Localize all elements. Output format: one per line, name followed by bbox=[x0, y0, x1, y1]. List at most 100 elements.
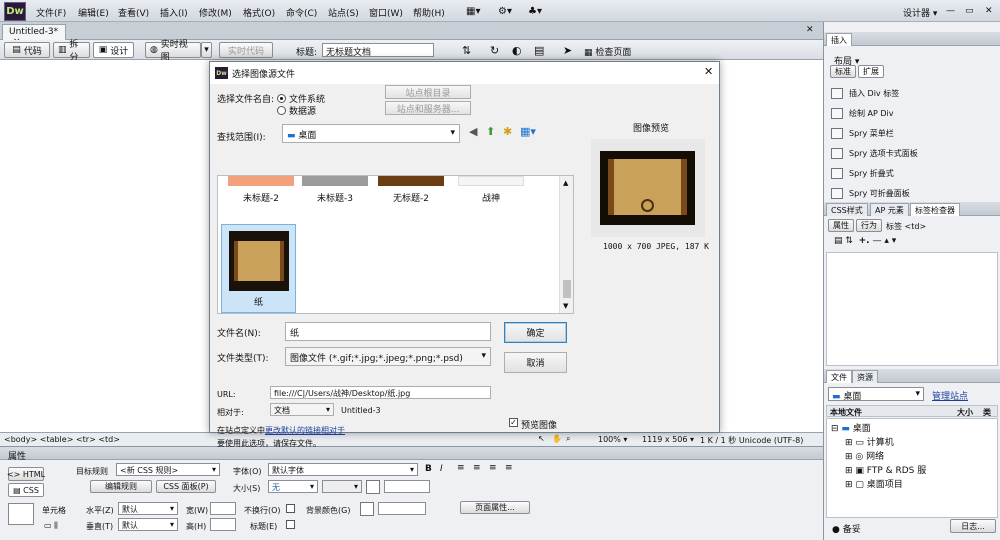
attributes-tab[interactable]: 属性 bbox=[828, 219, 854, 232]
spry-menubar-item[interactable]: Spry 菜单栏 bbox=[831, 128, 894, 139]
file-management-icon[interactable]: ⇅ bbox=[462, 44, 471, 57]
scroll-down-icon[interactable]: ▼ bbox=[563, 302, 568, 310]
datasource-radio[interactable]: 数据源 bbox=[277, 104, 316, 117]
maximize-icon[interactable]: ▭ bbox=[965, 6, 974, 16]
tab-files[interactable]: 文件 bbox=[826, 370, 852, 383]
nowrap-checkbox[interactable] bbox=[286, 504, 295, 513]
manage-sites-link[interactable]: 管理站点 bbox=[932, 389, 968, 402]
css-panel-button[interactable]: CSS 面板(P) bbox=[156, 480, 216, 493]
tab-insert[interactable]: 插入 bbox=[826, 33, 852, 46]
menu-edit[interactable]: 编辑(E) bbox=[78, 6, 109, 19]
menu-view[interactable]: 查看(V) bbox=[118, 6, 149, 19]
preview-browser-icon[interactable]: ◐ bbox=[512, 44, 522, 57]
new-folder-icon[interactable]: ✱ bbox=[503, 125, 512, 138]
justify-icon[interactable]: ≡ bbox=[505, 463, 513, 473]
file-item-zhanshen[interactable]: 战神 bbox=[458, 176, 524, 204]
code-view-button[interactable]: ▤ 代码 bbox=[4, 42, 50, 58]
visual-aids-icon[interactable]: ➤ bbox=[563, 44, 572, 57]
site-icon[interactable]: ♣▾ bbox=[528, 6, 542, 17]
css-mode-button[interactable]: ▤ CSS bbox=[8, 483, 44, 497]
doc-tab-untitled[interactable]: Untitled-3* × bbox=[2, 24, 66, 47]
file-item-untitled-2b[interactable]: 无标题-2 bbox=[378, 176, 444, 204]
bgcolor-swatch[interactable] bbox=[360, 502, 374, 516]
live-code-button[interactable]: 实时代码 bbox=[219, 42, 273, 58]
menu-file[interactable]: 文件(F) bbox=[36, 6, 66, 19]
check-page-button[interactable]: ▦ 检查页面 bbox=[584, 45, 631, 58]
dialog-close-icon[interactable]: ✕ bbox=[704, 65, 713, 78]
standard-mode-button[interactable]: 标准 bbox=[830, 65, 856, 78]
file-item-untitled-3[interactable]: 未标题-3 bbox=[302, 176, 368, 204]
files-tree[interactable]: ⊟ ▬ 桌面 ⊞ ▭ 计算机 ⊞ ◎ 网络 ⊞ ▣ FTP & RDS 服 ⊞ … bbox=[826, 418, 998, 518]
vert-select[interactable]: 默认 ▾ bbox=[118, 518, 178, 531]
italic-button[interactable]: I bbox=[440, 464, 443, 474]
tab-css-styles[interactable]: CSS样式 bbox=[826, 203, 868, 216]
spry-collapsible-item[interactable]: Spry 可折叠面板 bbox=[831, 188, 910, 199]
file-item-untitled-2[interactable]: 未标题-2 bbox=[228, 176, 294, 204]
spry-accordion-item[interactable]: Spry 折叠式 bbox=[831, 168, 894, 179]
size-select[interactable]: 无 ▾ bbox=[268, 480, 318, 493]
align-right-icon[interactable]: ≡ bbox=[489, 463, 497, 473]
tree-desktop[interactable]: ⊟ ▬ 桌面 bbox=[831, 421, 871, 434]
back-icon[interactable]: ◀ bbox=[469, 125, 477, 138]
insert-div-item[interactable]: 插入 Div 标签 bbox=[831, 88, 899, 99]
menu-modify[interactable]: 修改(M) bbox=[199, 6, 232, 19]
select-tool-icon[interactable]: ↖ bbox=[538, 434, 545, 443]
scroll-up-icon[interactable]: ▲ bbox=[563, 179, 568, 187]
hand-tool-icon[interactable]: ✋ bbox=[552, 434, 562, 443]
close-window-icon[interactable]: ✕ bbox=[985, 6, 993, 16]
edit-rule-button[interactable]: 编辑规则 bbox=[90, 480, 152, 493]
live-view-button[interactable]: ◍ 实时视图 bbox=[145, 40, 201, 63]
design-view-button[interactable]: ▣ 设计 bbox=[93, 42, 134, 58]
site-server-button[interactable]: 站点和服务器... bbox=[385, 101, 471, 115]
scroll-thumb[interactable] bbox=[563, 280, 571, 298]
view-menu-icon[interactable]: ▦▾ bbox=[520, 125, 536, 138]
align-left-icon[interactable]: ≡ bbox=[457, 463, 465, 473]
window-size[interactable]: 1119 x 506 ▾ bbox=[642, 435, 694, 444]
refresh-icon[interactable]: ↻ bbox=[490, 44, 499, 57]
behaviors-tab[interactable]: 行为 bbox=[856, 219, 882, 232]
layout-icon[interactable]: ▦▾ bbox=[466, 6, 480, 17]
minimize-icon[interactable]: — bbox=[946, 6, 955, 16]
tree-desktop-items[interactable]: ⊞ ▢ 桌面项目 bbox=[845, 477, 903, 490]
merge-split-icons[interactable]: ▭ ⫼ bbox=[44, 521, 58, 531]
tag-toolbar-icons[interactable]: ▤ ⇅ +. — ▴ ▾ bbox=[834, 236, 896, 246]
file-item-paper-selected[interactable]: 纸 bbox=[221, 224, 296, 313]
expanded-mode-button[interactable]: 扩展 bbox=[858, 65, 884, 78]
log-button[interactable]: 日志... bbox=[950, 519, 996, 533]
workspace-switcher[interactable]: 设计器 ▾ bbox=[903, 6, 937, 19]
look-in-select[interactable]: ▬ 桌面 ▾ bbox=[282, 124, 460, 143]
text-color-input[interactable] bbox=[384, 480, 430, 493]
relative-select[interactable]: 文档 ▾ bbox=[270, 403, 334, 416]
tree-network[interactable]: ⊞ ◎ 网络 bbox=[845, 449, 884, 462]
horz-select[interactable]: 默认 ▾ bbox=[118, 502, 178, 515]
live-view-dropdown[interactable]: ▾ bbox=[201, 42, 212, 58]
align-center-icon[interactable]: ≡ bbox=[473, 463, 481, 473]
text-color-swatch[interactable] bbox=[366, 480, 380, 494]
tree-ftp[interactable]: ⊞ ▣ FTP & RDS 服 bbox=[845, 463, 926, 476]
tab-tag-inspector[interactable]: 标签检查器 bbox=[910, 203, 960, 216]
tag-selector[interactable]: <body> <table> <tr> <td> bbox=[4, 435, 120, 444]
change-default-link[interactable]: 更改默认的链接相对于 bbox=[265, 426, 345, 435]
menu-insert[interactable]: 插入(I) bbox=[160, 6, 188, 19]
menu-commands[interactable]: 命令(C) bbox=[286, 6, 317, 19]
file-list[interactable]: 未标题-2 未标题-3 无标题-2 战神 纸 ▲ ▼ bbox=[217, 175, 574, 314]
menu-help[interactable]: 帮助(H) bbox=[413, 6, 445, 19]
file-list-scrollbar[interactable]: ▲ ▼ bbox=[559, 176, 573, 313]
menu-site[interactable]: 站点(S) bbox=[328, 6, 359, 19]
menu-window[interactable]: 窗口(W) bbox=[369, 6, 403, 19]
draw-ap-div-item[interactable]: 绘制 AP Div bbox=[831, 108, 894, 119]
menu-format[interactable]: 格式(O) bbox=[243, 6, 275, 19]
tag-attributes-list[interactable] bbox=[826, 252, 998, 366]
filename-input[interactable]: 纸 bbox=[285, 322, 491, 341]
width-input[interactable] bbox=[210, 502, 236, 515]
doc-close-icon[interactable]: ✕ bbox=[806, 25, 814, 35]
zoom-select[interactable]: 100% ▾ bbox=[598, 435, 627, 444]
tree-computer[interactable]: ⊞ ▭ 计算机 bbox=[845, 435, 894, 448]
gear-icon[interactable]: ⚙▾ bbox=[498, 6, 512, 17]
cancel-button[interactable]: 取消 bbox=[504, 352, 567, 373]
tab-assets[interactable]: 资源 bbox=[852, 370, 878, 383]
zoom-tool-icon[interactable]: ⌕ bbox=[566, 434, 570, 444]
title-input[interactable]: 无标题文档 bbox=[322, 43, 434, 58]
height-input[interactable] bbox=[210, 518, 236, 531]
page-properties-button[interactable]: 页面属性... bbox=[460, 501, 530, 514]
